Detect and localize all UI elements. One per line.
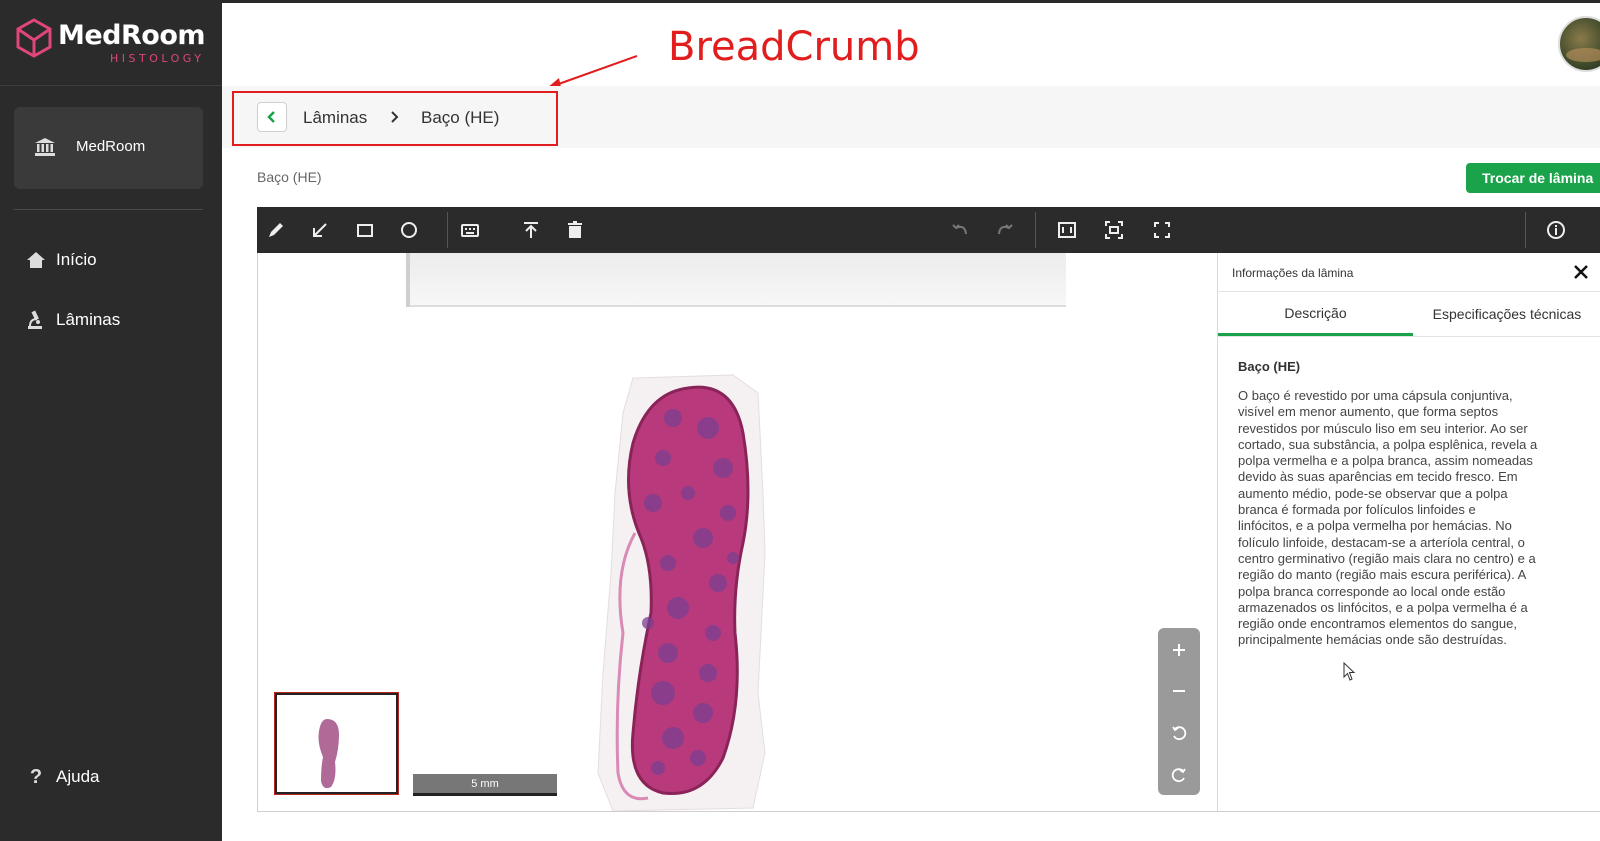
rectangle-icon[interactable] xyxy=(354,219,376,241)
circle-icon[interactable] xyxy=(398,219,420,241)
description-line: revestidos por músculo liso em seu inter… xyxy=(1238,420,1528,436)
slide-canvas[interactable]: 5 mm xyxy=(258,253,1216,811)
description-line: polpa vermelha e a polpa branca, assim n… xyxy=(1238,453,1533,469)
rotate-right-icon[interactable] xyxy=(1158,757,1200,793)
viewer-toolbar xyxy=(257,207,1600,253)
description-title: Baço (HE) xyxy=(1238,359,1301,374)
description-line: O baço é revestido por uma cápsula conju… xyxy=(1238,388,1513,403)
description-line: armazenados os linfócitos, e a polpa ver… xyxy=(1238,599,1528,615)
sidebar-item-inicio[interactable]: Início xyxy=(26,247,97,273)
description-line: visível em menor aumento, que forma sept… xyxy=(1238,404,1499,420)
sidebar-item-ajuda[interactable]: ? Ajuda xyxy=(26,764,100,790)
sidebar-item-label: Lâminas xyxy=(56,310,121,329)
zoom-out-icon[interactable] xyxy=(1158,673,1200,709)
tabs-divider xyxy=(1218,336,1600,337)
sidebar-divider xyxy=(14,209,203,210)
chevron-left-icon xyxy=(267,111,275,123)
microscope-icon xyxy=(28,310,42,329)
medroom-logo-icon xyxy=(16,18,52,58)
fit-area-icon[interactable] xyxy=(1056,219,1078,241)
zoom-controls xyxy=(1158,628,1200,795)
slide-info-panel: Informações da lâmina Descrição Especifi… xyxy=(1217,253,1600,811)
toolbar-divider xyxy=(1035,212,1036,248)
mouse-cursor-icon xyxy=(1343,662,1356,681)
trash-icon[interactable] xyxy=(564,219,586,241)
description-line: região onde encontramos elementos do san… xyxy=(1238,616,1517,632)
rotate-left-icon[interactable] xyxy=(1158,715,1200,751)
fullscreen-icon[interactable] xyxy=(1151,219,1173,241)
info-panel-title: Informações da lâmina xyxy=(1232,266,1354,280)
scale-bar: 5 mm xyxy=(413,774,557,796)
home-icon xyxy=(27,252,45,268)
swap-slide-button[interactable]: Trocar de lâmina xyxy=(1466,163,1600,193)
sidebar: MedRoom HISTOLOGY MedRoom Início Lâminas… xyxy=(0,0,222,841)
description-line: cortado, sua substância, a polpa esplêni… xyxy=(1238,436,1538,452)
toolbar-divider xyxy=(447,212,448,248)
app-logo[interactable]: MedRoom HISTOLOGY xyxy=(14,16,214,68)
tab-especificacoes-tecnicas[interactable]: Especificações técnicas xyxy=(1413,292,1600,336)
undo-icon[interactable] xyxy=(949,219,971,241)
brand-name: MedRoom xyxy=(58,20,206,51)
institution-card[interactable]: MedRoom xyxy=(14,107,203,189)
back-button[interactable] xyxy=(257,102,287,132)
description-line: aumento médio, pode-se observar que a po… xyxy=(1238,485,1508,501)
chevron-right-icon xyxy=(391,111,399,123)
sidebar-item-label: Início xyxy=(56,250,97,269)
breadcrumb-item-current: Baço (HE) xyxy=(421,108,500,127)
toolbar-divider xyxy=(1525,212,1526,248)
description-line: folículo linfoide, destacam-se a arterío… xyxy=(1238,534,1525,550)
description-line: devido às suas aparências em tecido fres… xyxy=(1238,469,1518,485)
pencil-icon[interactable] xyxy=(265,219,287,241)
description-line: região do manto (região mais escura peri… xyxy=(1238,567,1527,583)
spleen-tissue-image xyxy=(597,374,766,811)
zoom-in-icon[interactable] xyxy=(1158,632,1200,668)
center-focus-icon[interactable] xyxy=(1103,219,1125,241)
text-annotation-icon[interactable] xyxy=(459,219,481,241)
upload-icon[interactable] xyxy=(520,219,542,241)
description-line: principalmente hemácias onde são destruí… xyxy=(1238,632,1507,648)
top-edge xyxy=(0,0,1600,3)
description-line: centro germinativo (região mais clara no… xyxy=(1238,550,1536,566)
slide-label-strip xyxy=(406,253,1066,307)
arrow-icon[interactable] xyxy=(309,219,331,241)
brand-subtitle: HISTOLOGY xyxy=(110,52,205,65)
sidebar-item-laminas[interactable]: Lâminas xyxy=(26,307,120,333)
institution-icon xyxy=(35,138,55,156)
annotation-label: BreadCrumb xyxy=(668,24,920,70)
description-line: polpa branca corresponde ao local onde e… xyxy=(1238,583,1506,599)
breadcrumb-item-laminas[interactable]: Lâminas xyxy=(303,108,367,128)
user-avatar[interactable] xyxy=(1558,16,1600,72)
sidebar-divider xyxy=(0,85,222,86)
sidebar-item-label: Ajuda xyxy=(56,767,100,786)
slide-title: Baço (HE) xyxy=(257,169,322,185)
minimap-tissue-thumbnail xyxy=(318,719,339,789)
description-line: branca é formada por folículos linfoides… xyxy=(1238,502,1476,518)
institution-label: MedRoom xyxy=(76,138,146,155)
tab-descricao[interactable]: Descrição xyxy=(1218,292,1413,336)
info-icon[interactable] xyxy=(1545,219,1567,241)
close-icon[interactable] xyxy=(1572,263,1590,281)
description-text: O baço é revestido por uma cápsula conju… xyxy=(1238,388,1578,649)
minimap[interactable] xyxy=(275,693,398,794)
description-line: linfócitos, e a polpa vermelha por hemác… xyxy=(1238,518,1512,534)
redo-icon[interactable] xyxy=(994,219,1016,241)
help-icon: ? xyxy=(29,765,43,788)
